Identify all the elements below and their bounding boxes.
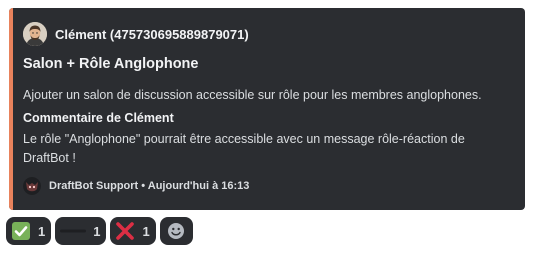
field-value: Le rôle "Anglophone" pourrait être acces…	[23, 132, 465, 165]
reaction-count: 1	[142, 223, 150, 239]
embed-title: Salon + Rôle Anglophone	[23, 56, 199, 72]
reaction-cross[interactable]: 1	[110, 217, 156, 245]
field-name: Commentaire de Clément	[23, 111, 174, 125]
reactions-bar: 1 1 1	[6, 217, 197, 245]
reaction-check[interactable]: 1	[6, 217, 52, 245]
embed-card: Clément (475730695889879071) Salon + Rôl…	[9, 8, 525, 210]
embed-accent-bar	[9, 8, 13, 210]
cross-mark-icon	[115, 221, 135, 241]
reaction-count: 1	[93, 223, 101, 239]
embed-description: Ajouter un salon de discussion accessibl…	[23, 88, 482, 102]
author-name[interactable]: Clément (475730695889879071)	[55, 27, 249, 42]
reaction-dash[interactable]: 1	[55, 217, 107, 245]
check-mark-icon	[11, 221, 31, 241]
footer-text: DraftBot Support • Aujourd'hui à 16:13	[49, 180, 250, 192]
embed-footer: DraftBot Support • Aujourd'hui à 16:13	[23, 176, 249, 196]
embed-author: Clément (475730695889879071)	[23, 22, 249, 46]
add-reaction-icon	[166, 221, 186, 241]
draftbot-icon	[23, 177, 41, 195]
user-avatar-icon[interactable]	[23, 22, 47, 46]
dash-icon	[60, 221, 87, 241]
add-reaction-button[interactable]	[159, 217, 193, 245]
reaction-count: 1	[38, 223, 46, 239]
